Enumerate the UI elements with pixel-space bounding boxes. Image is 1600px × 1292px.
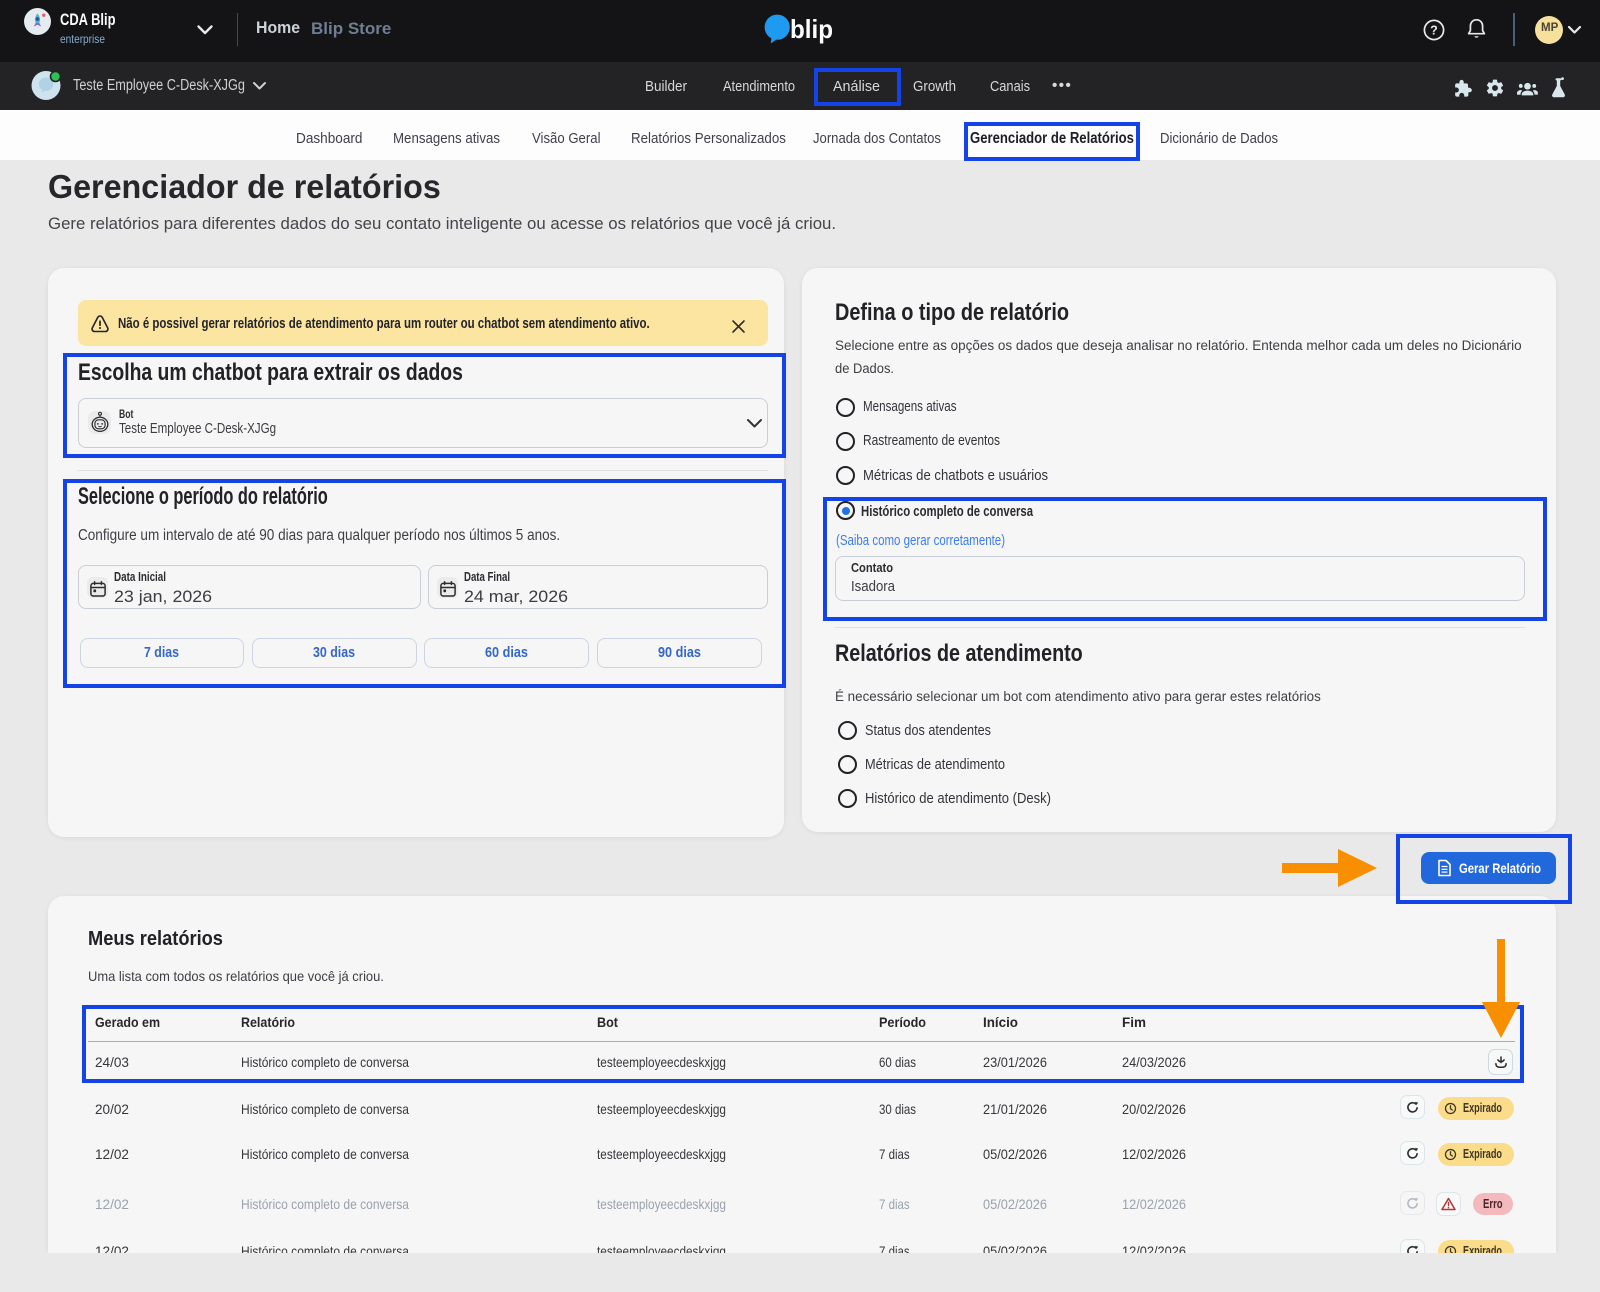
svg-text:?: ? bbox=[1430, 23, 1438, 37]
